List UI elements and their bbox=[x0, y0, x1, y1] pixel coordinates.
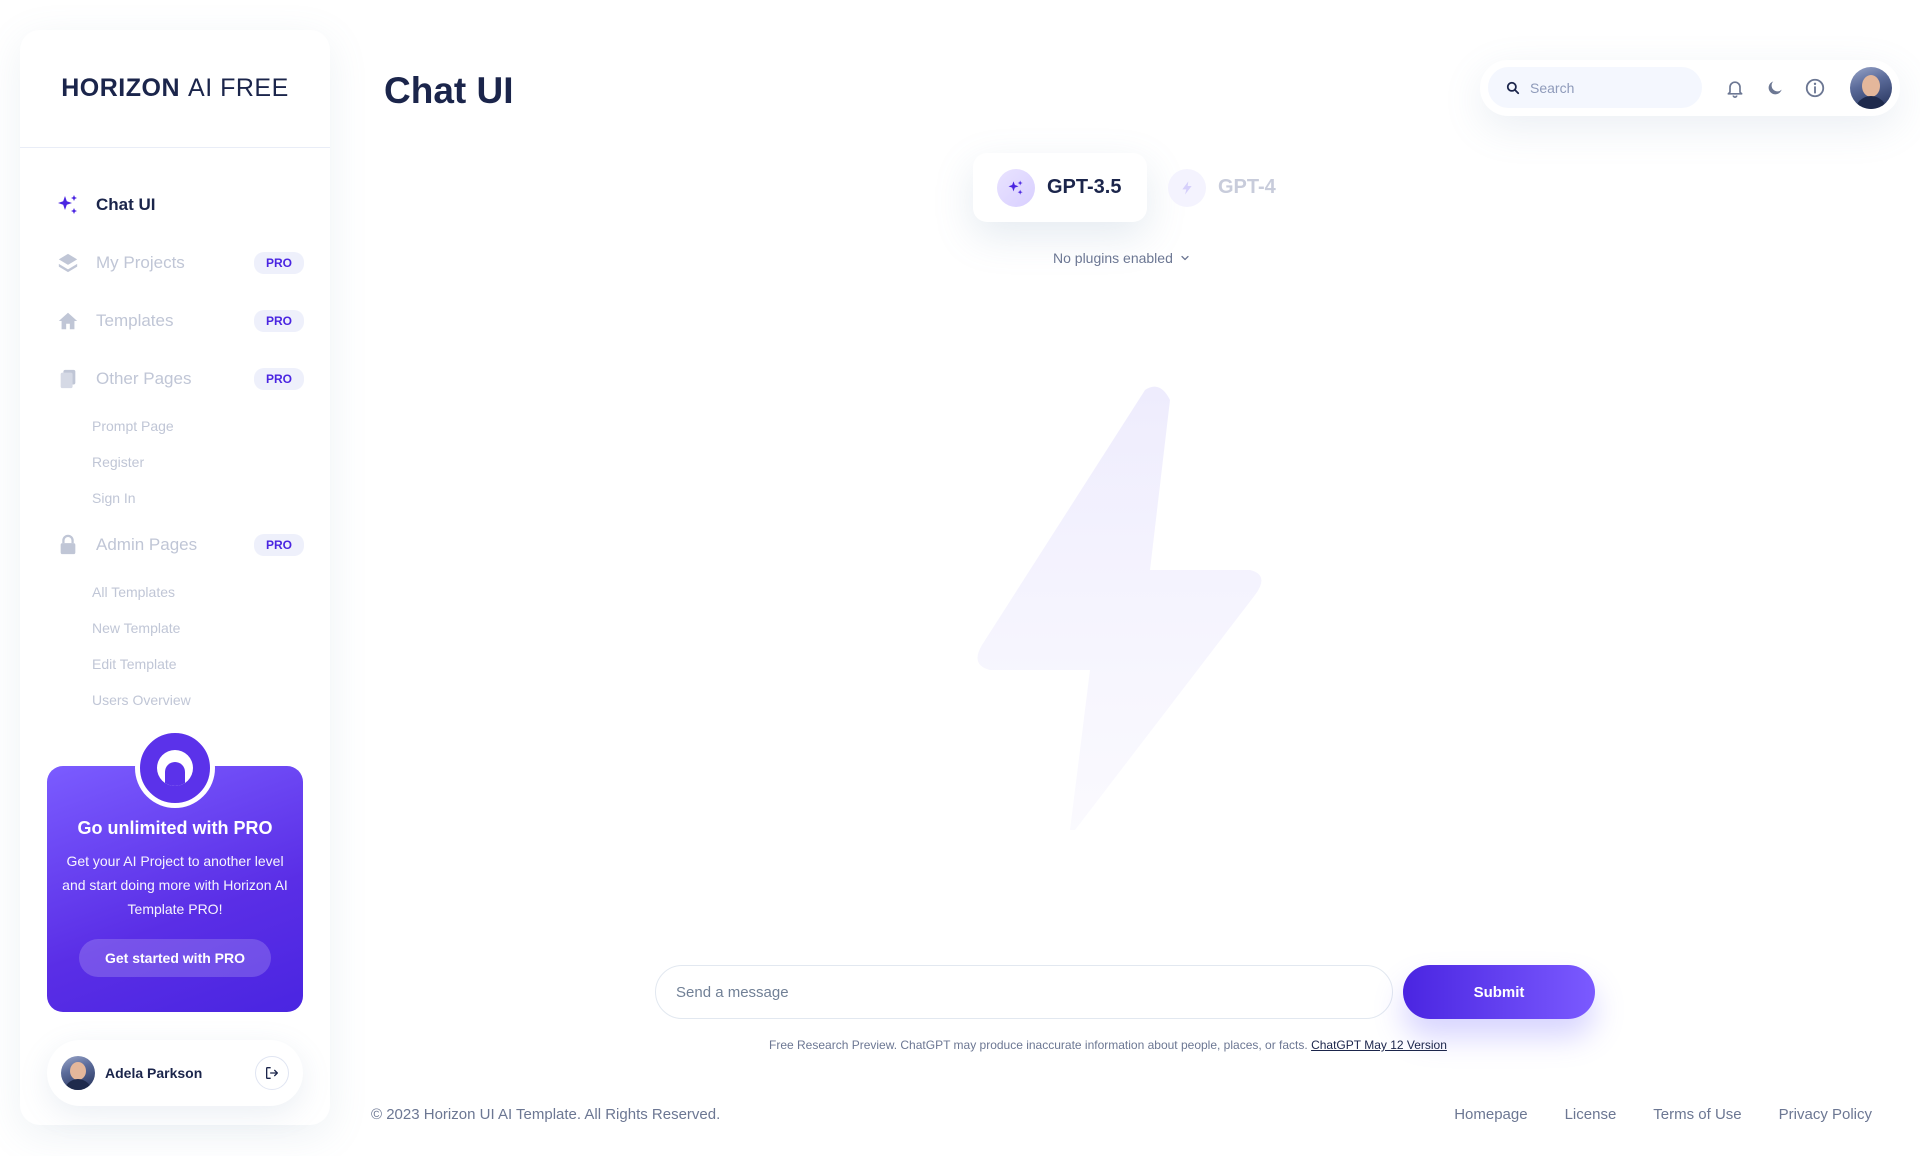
sidebar-item-templates[interactable]: Templates PRO bbox=[20, 292, 330, 350]
sidebar-nav: Chat UI My Projects PRO Templates PRO Ot… bbox=[20, 148, 330, 718]
page-title: Chat UI bbox=[384, 70, 514, 111]
footer-link-terms[interactable]: Terms of Use bbox=[1653, 1106, 1741, 1123]
user-card: Adela Parkson bbox=[47, 1040, 303, 1106]
model-tab-gpt-4[interactable]: GPT-4 bbox=[1168, 153, 1276, 222]
footer-links: Homepage License Terms of Use Privacy Po… bbox=[1417, 1106, 1872, 1123]
chevron-down-icon bbox=[1181, 255, 1189, 261]
logout-icon bbox=[266, 1067, 278, 1079]
layers-icon bbox=[56, 251, 80, 275]
sidebar-item-chat-ui[interactable]: Chat UI bbox=[20, 176, 330, 234]
document-icon bbox=[56, 367, 80, 391]
sidebar-item-label: My Projects bbox=[96, 253, 185, 272]
pro-badge: PRO bbox=[253, 310, 304, 332]
sidebar-subitem-new-template[interactable]: New Template bbox=[20, 610, 330, 646]
avatar[interactable] bbox=[61, 1056, 95, 1090]
sidebar-subitem-users-overview[interactable]: Users Overview bbox=[20, 682, 330, 718]
model-label: GPT-4 bbox=[1218, 176, 1276, 198]
pro-badge: PRO bbox=[253, 252, 304, 274]
sidebar-item-label: Chat UI bbox=[96, 195, 156, 214]
get-started-pro-button[interactable]: Get started with PRO bbox=[79, 939, 271, 977]
info-icon[interactable] bbox=[1804, 77, 1826, 99]
search-field[interactable]: Search bbox=[1488, 67, 1702, 108]
sidebar-subitem-sign-in[interactable]: Sign In bbox=[20, 480, 330, 516]
sidebar-subitem-prompt-page[interactable]: Prompt Page bbox=[20, 408, 330, 444]
footer-link-homepage[interactable]: Homepage bbox=[1454, 1106, 1527, 1123]
disclaimer-text: Free Research Preview. ChatGPT may produ… bbox=[769, 1038, 1308, 1052]
bolt-illustration-icon bbox=[977, 386, 1262, 830]
promo-title: Go unlimited with PRO bbox=[77, 818, 273, 838]
lock-icon bbox=[56, 533, 80, 557]
sidebar: HORIZON AI FREE Chat UI My Projects PRO … bbox=[20, 30, 330, 1125]
model-label: GPT-3.5 bbox=[1047, 176, 1122, 198]
horizon-logo-icon bbox=[135, 728, 215, 808]
pro-badge: PRO bbox=[253, 534, 304, 556]
brand-bold: HORIZON bbox=[61, 74, 181, 102]
footer-link-privacy[interactable]: Privacy Policy bbox=[1779, 1106, 1872, 1123]
plugins-dropdown[interactable]: No plugins enabled bbox=[1053, 250, 1191, 266]
search-icon bbox=[1506, 81, 1520, 94]
sidebar-item-label: Other Pages bbox=[96, 369, 192, 388]
sidebar-subitem-edit-template[interactable]: Edit Template bbox=[20, 646, 330, 682]
copyright: © 2023 Horizon UI AI Template. All Right… bbox=[371, 1106, 721, 1123]
brand-logo[interactable]: HORIZON AI FREE bbox=[20, 30, 330, 148]
plugins-label: No plugins enabled bbox=[1053, 250, 1173, 266]
user-name: Adela Parkson bbox=[105, 1065, 203, 1081]
header-toolbar: Search bbox=[1480, 60, 1900, 116]
sidebar-item-admin-pages[interactable]: Admin Pages PRO bbox=[20, 516, 330, 574]
dark-mode-moon-icon[interactable] bbox=[1764, 77, 1786, 99]
footer-link-license[interactable]: License bbox=[1565, 1106, 1617, 1123]
pro-badge: PRO bbox=[253, 368, 304, 390]
model-tab-gpt-3-5[interactable]: GPT-3.5 bbox=[973, 153, 1147, 222]
sidebar-item-my-projects[interactable]: My Projects PRO bbox=[20, 234, 330, 292]
sidebar-subitem-all-templates[interactable]: All Templates bbox=[20, 574, 330, 610]
sidebar-item-label: Templates bbox=[96, 311, 174, 330]
header-avatar[interactable] bbox=[1850, 67, 1892, 109]
sidebar-item-label: Admin Pages bbox=[96, 535, 198, 554]
brand-rest: AI FREE bbox=[188, 74, 289, 102]
home-icon bbox=[56, 309, 80, 333]
search-placeholder: Search bbox=[1530, 79, 1575, 96]
chatgpt-version-link[interactable]: ChatGPT May 12 Version bbox=[1311, 1038, 1447, 1052]
sidebar-subitem-register[interactable]: Register bbox=[20, 444, 330, 480]
logout-button[interactable] bbox=[255, 1056, 289, 1090]
notification-bell-icon[interactable] bbox=[1724, 77, 1746, 99]
submit-button[interactable]: Submit bbox=[1403, 965, 1595, 1019]
disclaimer: Free Research Preview. ChatGPT may produ… bbox=[769, 1038, 1447, 1052]
bolt-icon bbox=[1168, 168, 1206, 207]
promo-text: Get your AI Project to another level and… bbox=[62, 853, 288, 917]
pro-promo-card: Go unlimited with PRO Get your AI Projec… bbox=[47, 728, 303, 1012]
sparkles-icon bbox=[56, 193, 80, 217]
sparkles-icon bbox=[997, 168, 1035, 207]
message-input[interactable] bbox=[655, 965, 1393, 1019]
sidebar-item-other-pages[interactable]: Other Pages PRO bbox=[20, 350, 330, 408]
